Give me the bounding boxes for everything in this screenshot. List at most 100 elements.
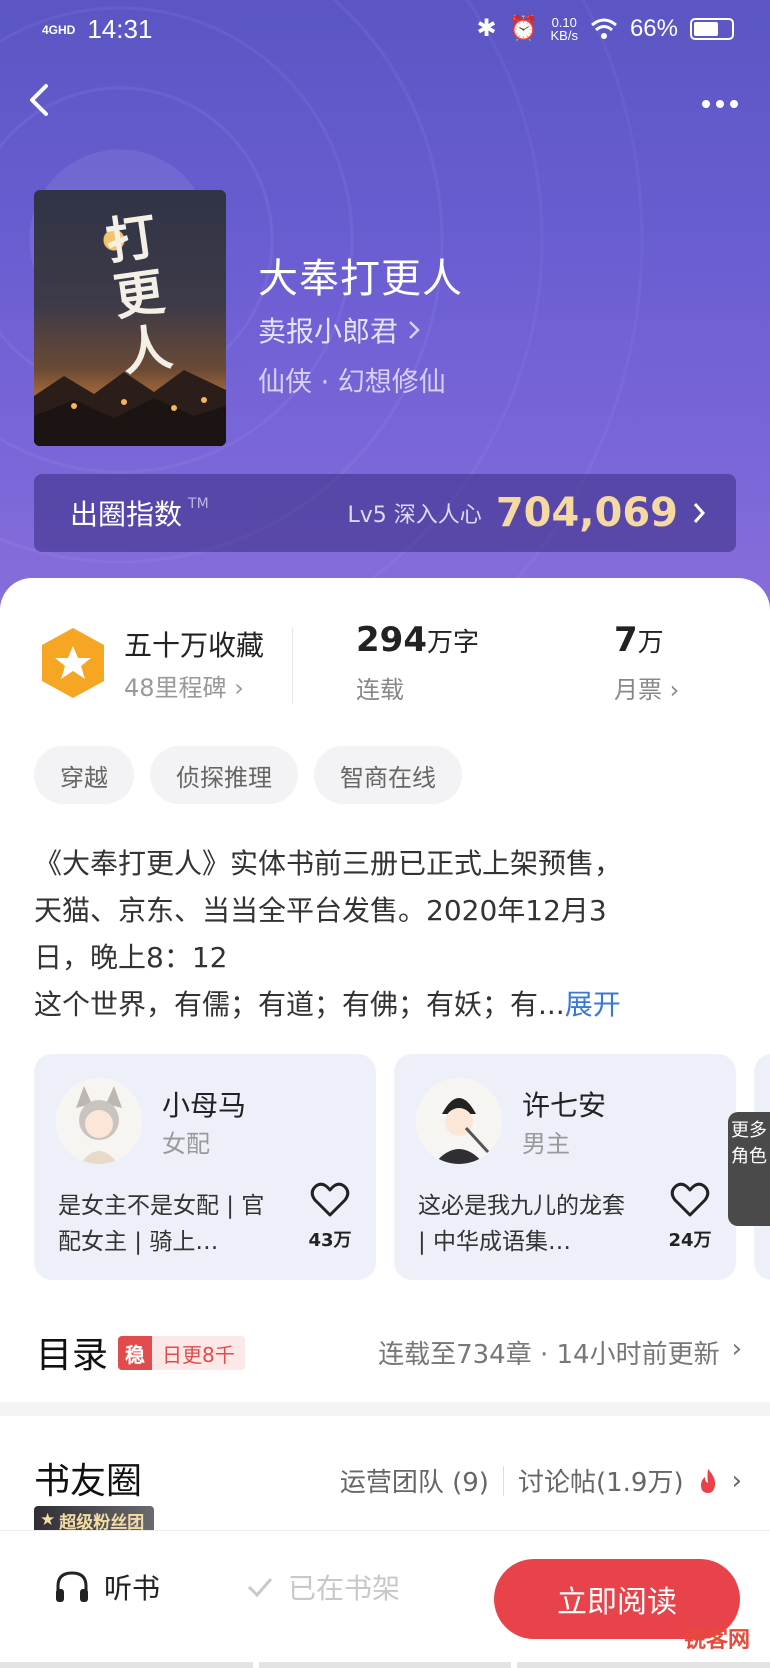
toc-status: 连载至734章 · 14小时前更新 › — [378, 1334, 742, 1371]
chevron-right-icon: › — [234, 674, 244, 702]
description-line: 日，晚上8：12 — [34, 941, 228, 974]
author-name: 卖报小郎君 — [258, 315, 399, 348]
character-card[interactable]: 许七安 男主 这必是我九儿的龙套 | 中华成语集… 24万 — [394, 1054, 736, 1280]
check-icon — [247, 1578, 273, 1598]
trademark-mark: TM — [188, 496, 209, 512]
character-name: 许七安 — [522, 1089, 607, 1122]
popularity-label: 出圈指数 — [70, 498, 183, 531]
reader-circle-section: 书友圈 ★ 超级粉丝团 运营团队 (9) 讨论帖(1.9万) › — [0, 1416, 770, 1536]
tag-chip[interactable]: 智商在线 — [314, 746, 462, 804]
monthly-votes-label: 月票 — [614, 676, 662, 704]
tag-chip[interactable]: 穿越 — [34, 746, 134, 804]
indicator-segment — [258, 1662, 512, 1668]
description-text: 这个世界，有儒；有道；有佛；有妖；有... — [34, 988, 565, 1021]
popularity-index-bar[interactable]: 出圈指数 TM Lv5 深入人心 704,069 — [34, 474, 736, 552]
expand-button[interactable]: 展开 — [565, 988, 621, 1021]
milestone-count: 48里程碑 — [124, 674, 227, 702]
section-divider — [0, 1402, 770, 1416]
table-of-contents-row[interactable]: 目录 稳 日更8千 连载至734章 · 14小时前更新 › — [0, 1302, 770, 1402]
book-title: 大奉打更人 — [258, 256, 463, 302]
popularity-value: 704,069 — [495, 490, 678, 536]
network-indicator: 4GHD — [42, 22, 76, 37]
status-bar: 4GHD 14:31 ✱ ⏰ 0.10 KB/s 66% — [0, 0, 770, 60]
character-role: 女配 — [162, 1130, 210, 1158]
listen-button[interactable]: 听书 — [54, 1567, 160, 1607]
chevron-right-icon — [409, 321, 420, 339]
like-count: 24万 — [668, 1230, 712, 1251]
on-shelf-button[interactable]: 已在书架 — [246, 1567, 400, 1607]
author-link[interactable]: 卖报小郎君 — [258, 310, 422, 350]
fire-icon — [700, 1468, 715, 1493]
toc-title: 目录 — [36, 1335, 109, 1376]
cover-rooftops-art — [34, 370, 226, 446]
network-speed: 0.10 KB/s — [550, 16, 577, 42]
description-line: 天猫、京东、当当全平台发售。2020年12月3 — [34, 894, 607, 927]
on-shelf-label: 已在书架 — [288, 1572, 401, 1605]
heart-icon[interactable] — [310, 1182, 350, 1218]
dot-icon — [702, 100, 710, 108]
milestone-link[interactable]: 48里程碑 › — [124, 668, 244, 703]
dot-icon — [716, 100, 724, 108]
latest-chapter-status: 连载至734章 · 14小时前更新 — [378, 1340, 720, 1370]
avatar — [416, 1078, 502, 1164]
bottom-action-bar: 听书 已在书架 立即阅读 锐客网 — [0, 1530, 770, 1668]
operations-team-link[interactable]: 运营团队 (9) — [340, 1462, 489, 1499]
like-count: 43万 — [308, 1230, 352, 1251]
votes-unit: 万 — [637, 628, 664, 658]
popularity-level: Lv5 深入人心 — [347, 503, 482, 528]
discussion-posts-link[interactable]: 讨论帖(1.9万) — [518, 1462, 684, 1499]
character-card[interactable]: 小母马 女配 是女主不是女配 | 官配女主 | 骑上… 43万 — [34, 1054, 376, 1280]
word-count-number: 294 — [356, 620, 427, 660]
fan-badge-label: 超级粉丝团 — [59, 1512, 145, 1533]
hero-header: 4GHD 14:31 ✱ ⏰ 0.10 KB/s 66% 打更人 大奉打更人 卖… — [0, 0, 770, 640]
word-count: 294万字 — [356, 620, 479, 660]
headphones-icon — [56, 1571, 88, 1602]
more-roles-button[interactable]: 更多角色 — [728, 1112, 770, 1226]
status-left: 4GHD 14:31 — [42, 14, 152, 45]
serial-status: 连载 — [356, 676, 404, 704]
wifi-icon — [590, 18, 617, 39]
tag-list: 穿越 侦探推理 智商在线 — [34, 746, 462, 804]
clock: 14:31 — [87, 14, 153, 44]
book-cover[interactable]: 打更人 — [34, 190, 226, 446]
reader-circle-links: 运营团队 (9) 讨论帖(1.9万) › — [340, 1462, 742, 1499]
speed-unit: KB/s — [550, 27, 578, 43]
dot-icon — [730, 100, 738, 108]
bluetooth-icon: ✱ — [476, 15, 497, 42]
word-count-unit: 万字 — [426, 628, 479, 658]
votes-number: 7 — [614, 620, 638, 660]
chevron-right-icon: › — [731, 1465, 742, 1496]
character-role: 男主 — [522, 1130, 570, 1158]
listen-label: 听书 — [104, 1572, 161, 1605]
monthly-votes: 7万 — [614, 620, 664, 660]
chevron-right-icon — [693, 503, 706, 523]
indicator-segment — [0, 1662, 253, 1668]
stats-row: 五十万收藏 48里程碑 › 294万字 连载 7万 月票 › — [0, 578, 770, 728]
book-detail-content: 五十万收藏 48里程碑 › 294万字 连载 7万 月票 › 穿越 侦探推理 智… — [0, 578, 770, 1668]
chevron-right-icon: › — [669, 676, 680, 704]
divider — [502, 1465, 504, 1496]
reader-circle-title: 书友圈 — [34, 1461, 143, 1502]
avatar — [56, 1078, 142, 1164]
collection-milestone: 五十万收藏 — [124, 629, 265, 662]
battery-icon — [690, 17, 734, 40]
character-name: 小母马 — [162, 1089, 247, 1122]
book-description[interactable]: 《大奉打更人》实体书前三册已正式上架预售， 天猫、京东、当当全平台发售。2020… — [34, 840, 734, 1028]
status-right: ✱ ⏰ 0.10 KB/s 66% — [476, 14, 734, 43]
indicator-segment — [517, 1662, 770, 1668]
star-badge-icon — [42, 628, 104, 698]
more-options-button[interactable] — [690, 84, 750, 124]
back-button[interactable] — [20, 80, 70, 130]
divider — [292, 628, 293, 704]
description-line: 《大奉打更人》实体书前三册已正式上架预售， — [34, 847, 623, 880]
heart-icon[interactable] — [670, 1182, 710, 1218]
bottom-indicator — [0, 1662, 770, 1668]
book-genre: 仙侠 · 幻想修仙 — [258, 367, 446, 398]
update-rate: 日更8千 — [152, 1336, 245, 1370]
description-line: 这个世界，有儒；有道；有佛；有妖；有...展开 — [34, 981, 734, 1028]
monthly-votes-link[interactable]: 月票 › — [614, 670, 679, 705]
chevron-right-icon: › — [731, 1334, 742, 1364]
tag-chip[interactable]: 侦探推理 — [150, 746, 298, 804]
chevron-left-icon — [30, 84, 48, 116]
update-badge: 稳 日更8千 — [118, 1336, 245, 1370]
